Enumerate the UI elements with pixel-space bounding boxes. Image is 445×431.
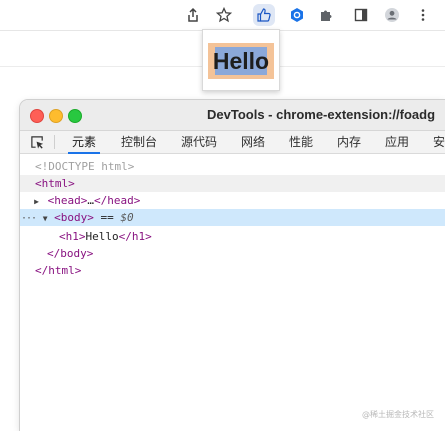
- tab-security[interactable]: 安: [433, 131, 445, 153]
- devtools-titlebar: DevTools - chrome-extension://foadg: [20, 100, 445, 131]
- zoom-window-button[interactable]: [68, 109, 82, 123]
- dom-doctype-line[interactable]: <!DOCTYPE html>: [20, 158, 445, 175]
- thumbs-up-icon[interactable]: [253, 4, 275, 26]
- star-icon[interactable]: [213, 4, 235, 26]
- more-actions-dots[interactable]: ···: [20, 213, 37, 224]
- devtools-title: DevTools - chrome-extension://foadg: [207, 107, 436, 122]
- watermark: @稀土掘金技术社区: [362, 410, 434, 419]
- body-open-tag: <body>: [54, 211, 94, 224]
- h1-margin-highlight: Hello: [208, 43, 274, 79]
- close-window-button[interactable]: [30, 109, 44, 123]
- sidepanel-icon[interactable]: [350, 4, 372, 26]
- extension-icon[interactable]: [286, 4, 308, 26]
- h1-text: Hello: [85, 230, 119, 243]
- tab-memory[interactable]: 内存: [337, 131, 361, 153]
- doctype-text: <!DOCTYPE html>: [35, 160, 135, 173]
- tab-elements[interactable]: 元素: [67, 131, 101, 154]
- body-eq: ==: [93, 211, 121, 224]
- devtools-window: DevTools - chrome-extension://foadg 元素 控…: [20, 100, 445, 431]
- inspect-element-icon[interactable]: [29, 134, 45, 150]
- share-icon[interactable]: [182, 4, 204, 26]
- tab-console[interactable]: 控制台: [121, 131, 157, 153]
- dom-head-line[interactable]: ▶ <head>…</head>: [20, 192, 445, 209]
- devtools-tabbar: 元素 控制台 源代码 网络 性能 内存 应用 安: [20, 131, 445, 154]
- tab-sources[interactable]: 源代码: [181, 131, 217, 153]
- puzzle-icon[interactable]: [315, 4, 337, 26]
- head-close-tag: </head>: [94, 194, 141, 207]
- tab-network[interactable]: 网络: [241, 131, 265, 153]
- dom-h1-line[interactable]: <h1>Hello</h1>: [20, 228, 445, 245]
- more-icon[interactable]: [412, 4, 434, 26]
- extension-popup: Hello: [202, 29, 280, 91]
- body-close-tag: </body>: [47, 247, 94, 260]
- tab-performance[interactable]: 性能: [289, 131, 313, 153]
- dom-body-close-line[interactable]: </body>: [20, 245, 445, 262]
- browser-toolbar: [0, 0, 445, 31]
- expand-arrow-icon[interactable]: ▶: [20, 193, 39, 210]
- popup-heading: Hello: [212, 48, 270, 74]
- tab-application[interactable]: 应用: [385, 131, 409, 153]
- head-open-tag: <head>: [47, 194, 88, 207]
- collapse-arrow-icon[interactable]: ▼: [43, 210, 48, 227]
- tab-divider: [54, 135, 55, 149]
- dom-body-line[interactable]: ··· ▼ <body> == $0: [20, 209, 445, 226]
- minimize-window-button[interactable]: [49, 109, 63, 123]
- profile-icon[interactable]: [381, 4, 403, 26]
- dom-html-line[interactable]: <html>: [20, 175, 445, 192]
- html-open-tag: <html>: [35, 177, 75, 190]
- body-dollar-var: $0: [120, 211, 134, 224]
- h1-open-tag: <h1>: [59, 230, 86, 243]
- h1-close-tag: </h1>: [118, 230, 152, 243]
- head-ellipsis: …: [87, 194, 94, 207]
- dom-html-close-line[interactable]: </html>: [20, 262, 445, 279]
- html-close-tag: </html>: [35, 264, 82, 277]
